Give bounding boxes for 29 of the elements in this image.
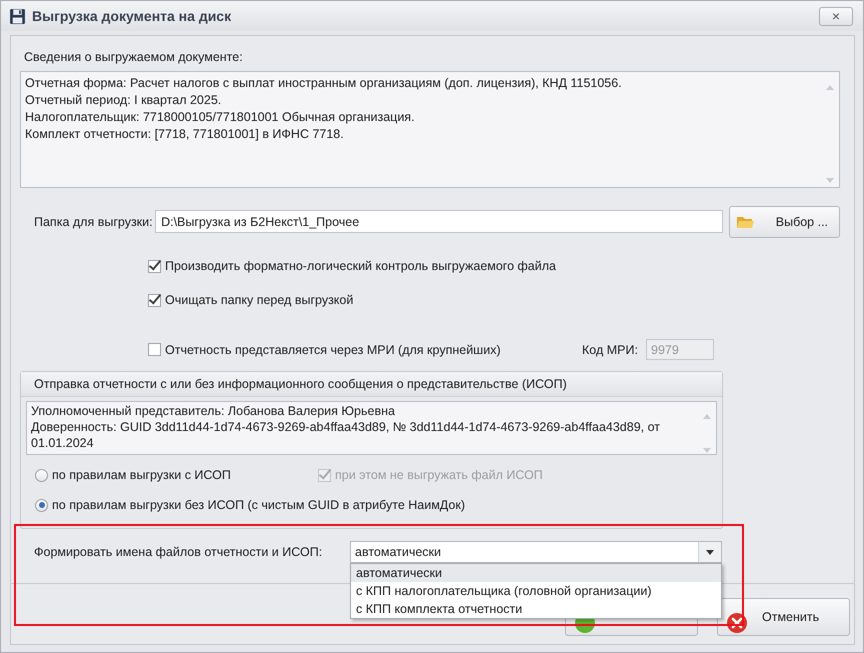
cancel-icon (726, 612, 748, 634)
browse-button[interactable]: Выбор ... (728, 206, 840, 238)
mri-code-label: Код МРИ: (582, 342, 639, 356)
caret-icon (706, 550, 714, 554)
checkbox[interactable] (148, 260, 161, 272)
document-info-box: Отчетная форма: Расчет налогов с выплат иностранным организациям (доп. лицензия), КНД 1151056. Отчетный период: I квартал 2025. Налогоплательщик: 7718000105/771801001 Обычная организация. Комплект отчетности: [7718, 771801001] в ИФНС 7718. (20, 71, 840, 188)
close-button[interactable]: × (819, 6, 853, 26)
radio-button[interactable] (35, 498, 48, 512)
dropdown-option[interactable]: автоматически (351, 564, 721, 582)
representative-info-box: Уполномоченный представитель: Лобанова Валерия Юрьевна Доверенность: GUID 3dd11d44-1d74-4673-9269-ab4ffaa43d89, № 3dd11d44-1d74-4673-9269-ab4ffaa43d89, от 01.01.2024 (26, 401, 717, 455)
document-info-label: Сведения о выгружаемом документе: (24, 50, 244, 64)
checkbox-label: Очищать папку перед выгрузкой (165, 293, 354, 307)
checkbox[interactable] (148, 343, 161, 356)
file-naming-label: Формировать имена файлов отчетности и ИСОП: (34, 545, 324, 559)
radio-label: по правилам выгрузки с ИСОП (52, 468, 232, 482)
radio-button[interactable] (35, 468, 48, 482)
checkbox[interactable] (148, 294, 161, 306)
group-title: Отправка отчетности с или без информационного сообщения о представительстве (ИСОП) (34, 377, 567, 391)
folder-icon (736, 214, 754, 228)
dropdown-option[interactable]: с КПП налогоплательщика (головной организации) (351, 582, 721, 600)
checkbox-label: Отчетность представляется через МРИ (для крупнейших) (165, 342, 501, 356)
checkbox-label: при этом не выгружать файл ИСОП (335, 468, 543, 482)
folder-field[interactable]: D:\Выгрузка из Б2Некст\1_Прочее (155, 210, 723, 233)
file-naming-dropdown[interactable]: автоматически (350, 541, 722, 563)
folder-label: Папка для выгрузки: (34, 214, 154, 228)
radio-label: по правилам выгрузки без ИСОП (с чистым GUID в атрибуте НаимДок) (52, 498, 465, 512)
window-title: Выгрузка документа на диск (32, 8, 232, 24)
checkbox-label: Производить форматно-логический контроль выгружаемого файла (165, 259, 556, 273)
cancel-button[interactable]: Отменить (717, 598, 850, 636)
